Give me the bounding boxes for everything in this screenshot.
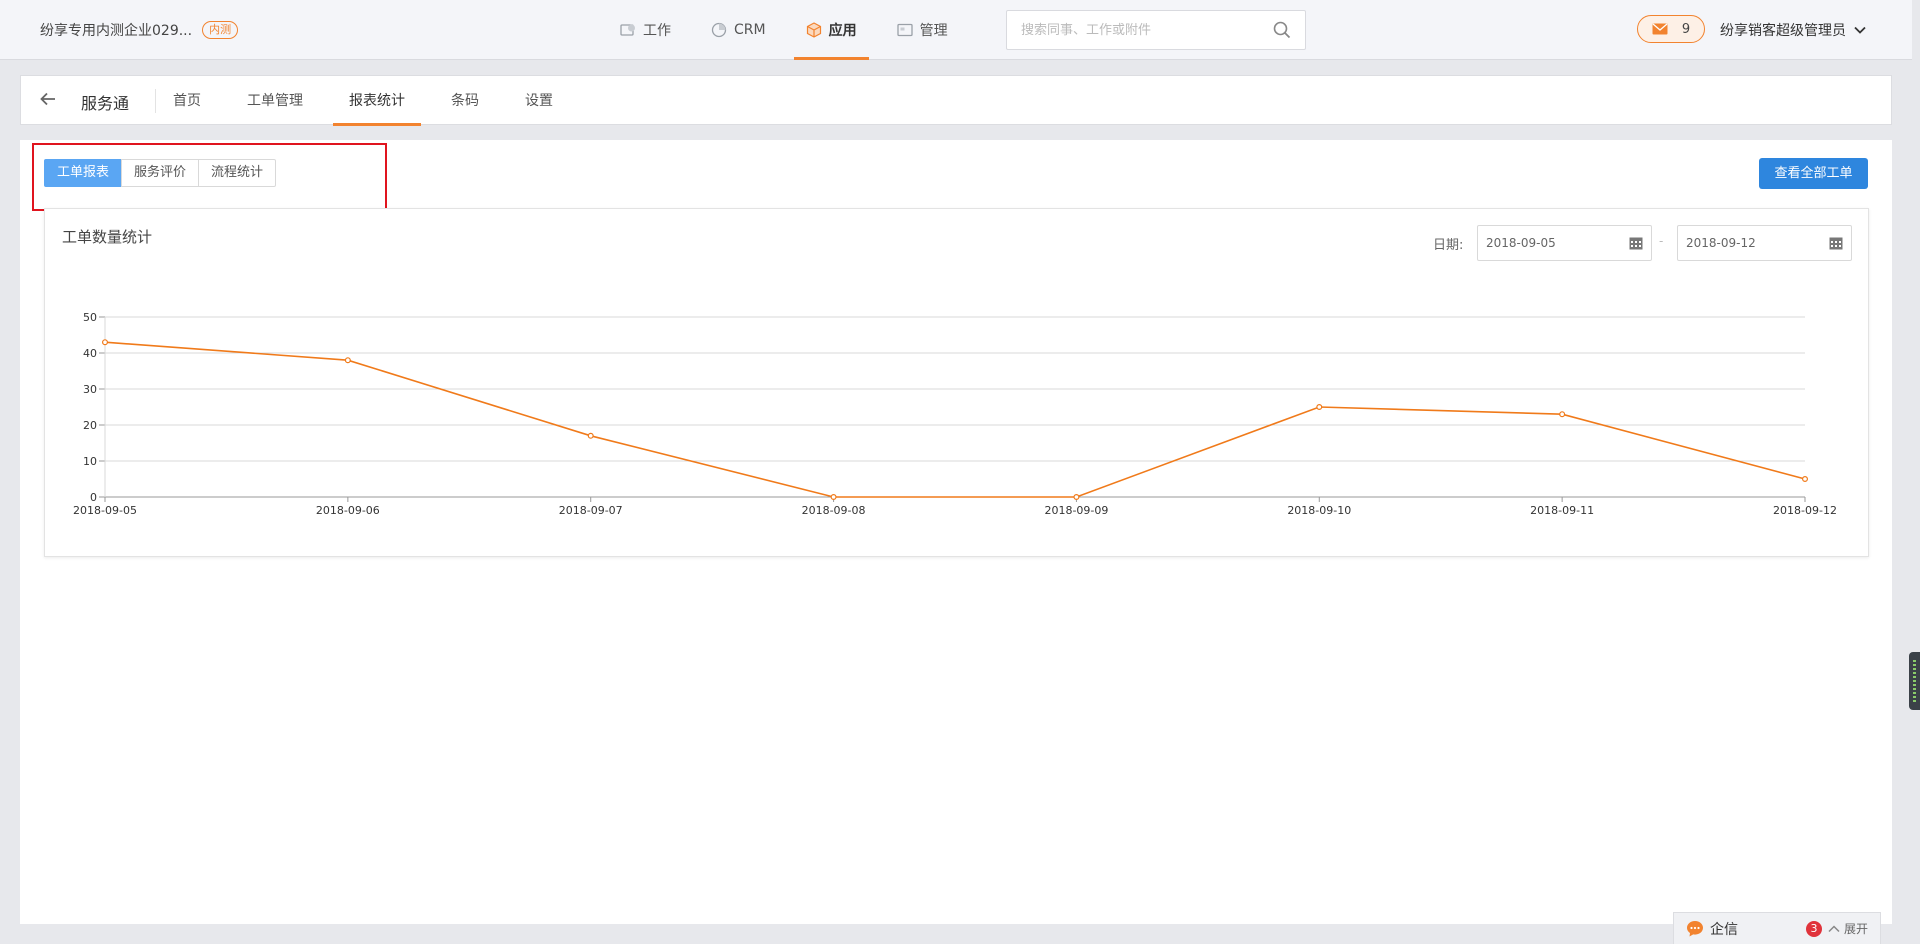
- test-badge: 内测: [202, 21, 239, 39]
- y-tick-label: 30: [83, 383, 97, 396]
- tab-home[interactable]: 首页: [157, 76, 217, 126]
- y-tick-label: 10: [83, 455, 97, 468]
- chevron-up-icon: [1828, 924, 1840, 932]
- mail-notification-button[interactable]: 9: [1637, 15, 1705, 43]
- chevron-down-icon: [1854, 26, 1866, 34]
- work-icon: [620, 24, 635, 36]
- line-chart: 0 10 20 30 40 50 2018-09-05 2018-09-06 2018-09-0…: [73, 311, 1837, 517]
- data-point: [344, 357, 351, 364]
- tab-workorder-management[interactable]: 工单管理: [231, 76, 319, 126]
- vertical-scrollbar[interactable]: [1912, 0, 1920, 944]
- chat-expand-button[interactable]: 展开: [1828, 920, 1868, 937]
- global-search: [1006, 10, 1306, 50]
- view-all-workorders-button[interactable]: 查看全部工单: [1759, 158, 1868, 189]
- chart-card: 工单数量统计 日期: - 010203040502018-09-052018-0…: [44, 208, 1869, 557]
- user-name: 纷享销客超级管理员: [1720, 23, 1846, 39]
- segment-workorder-report[interactable]: 工单报表: [44, 159, 123, 187]
- data-point: [1073, 494, 1080, 501]
- search-icon[interactable]: [1273, 21, 1291, 39]
- crm-icon: [711, 22, 727, 38]
- x-tick-label: 2018-09-11: [1530, 504, 1594, 517]
- tab-report-statistics[interactable]: 报表统计: [333, 76, 421, 126]
- y-tick-label: 50: [83, 311, 97, 324]
- segment-service-evaluation[interactable]: 服务评价: [121, 159, 200, 187]
- mail-count: 9: [1681, 21, 1691, 37]
- report-content: 工单报表 服务评价 流程统计 查看全部工单 工单数量统计 日期: - 01020…: [20, 140, 1892, 924]
- y-tick-label: 20: [83, 419, 97, 432]
- tab-barcode[interactable]: 条码: [435, 76, 495, 126]
- nav-apps-label: 应用: [828, 23, 857, 39]
- side-panel-handle[interactable]: [1909, 652, 1920, 710]
- back-arrow-icon[interactable]: [39, 90, 57, 108]
- chat-label: 企信: [1710, 921, 1738, 938]
- data-point: [1316, 404, 1323, 411]
- y-tick-label: 0: [90, 491, 97, 504]
- user-menu[interactable]: 纷享销客超级管理员: [1720, 20, 1866, 40]
- report-type-switch: 工单报表 服务评价 流程统计: [44, 159, 277, 187]
- x-tick-label: 2018-09-10: [1287, 504, 1351, 517]
- app-subnav: 服务通 首页 工单管理 报表统计 条码 设置: [20, 75, 1892, 126]
- data-point: [830, 494, 837, 501]
- segment-process-statistics[interactable]: 流程统计: [198, 159, 277, 187]
- data-point: [1559, 411, 1566, 418]
- manage-icon: [896, 23, 913, 37]
- nav-apps[interactable]: 应用: [786, 0, 877, 60]
- app-cube-icon: [806, 22, 821, 38]
- x-tick-label: 2018-09-12: [1773, 504, 1837, 517]
- subnav-divider: [155, 89, 156, 113]
- chat-expand-label: 展开: [1843, 922, 1868, 936]
- mail-icon: [1652, 23, 1668, 35]
- x-tick-label: 2018-09-07: [559, 504, 623, 517]
- y-tick-label: 40: [83, 347, 97, 360]
- x-tick-label: 2018-09-09: [1044, 504, 1108, 517]
- company-name-text: 纷享专用内测企业029...: [40, 23, 193, 39]
- main-nav: 工作 CRM 应用 管理: [600, 0, 968, 60]
- data-point: [101, 339, 108, 346]
- app-name: 服务通: [81, 94, 130, 113]
- x-tick-label: 2018-09-05: [73, 504, 137, 517]
- subnav-tabs: 首页 工单管理 报表统计 条码 设置: [157, 76, 583, 126]
- company-name[interactable]: 纷享专用内测企业029... 内测: [40, 20, 239, 40]
- series-line: [104, 341, 1806, 498]
- data-point: [587, 432, 594, 439]
- nav-crm-label: CRM: [734, 22, 766, 38]
- nav-work[interactable]: 工作: [600, 0, 691, 60]
- nav-manage[interactable]: 管理: [877, 0, 968, 60]
- chat-bubble-icon: [1687, 920, 1703, 936]
- chat-dock[interactable]: 企信 3 展开: [1673, 912, 1881, 944]
- nav-work-label: 工作: [643, 23, 671, 39]
- nav-crm[interactable]: CRM: [691, 0, 786, 60]
- tab-settings[interactable]: 设置: [509, 76, 569, 126]
- x-tick-label: 2018-09-08: [802, 504, 866, 517]
- nav-manage-label: 管理: [919, 23, 948, 39]
- chat-unread-badge: 3: [1805, 920, 1822, 937]
- x-tick-label: 2018-09-06: [316, 504, 380, 517]
- data-point: [1801, 476, 1808, 483]
- top-bar: 纷享专用内测企业029... 内测 工作 CRM 应用 管理 搜索同事、工作或附…: [0, 0, 1912, 60]
- search-input[interactable]: [1007, 11, 1247, 49]
